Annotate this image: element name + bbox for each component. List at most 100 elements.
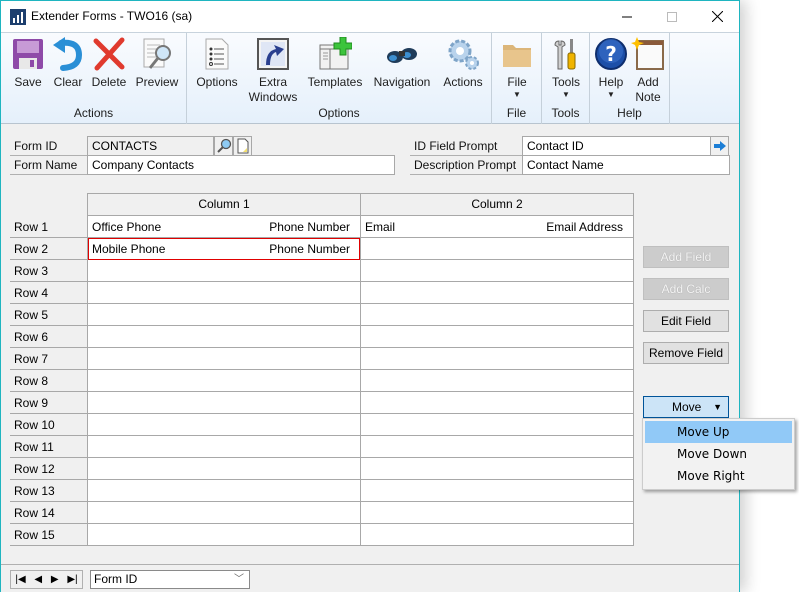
delete-x-icon [93, 37, 125, 71]
sort-by-select[interactable]: Form ID ﹀ [90, 570, 250, 589]
templates-plus-icon [319, 37, 352, 70]
row-label: Row 14 [10, 502, 88, 524]
dropdown-caret-icon: ▼ [607, 90, 615, 99]
grid-cell[interactable] [88, 414, 360, 436]
dropdown-caret-icon: ▼ [513, 90, 521, 99]
grid-cell[interactable] [361, 458, 633, 480]
grid-cell[interactable] [88, 458, 360, 480]
ribbon-group-label: Help [617, 106, 642, 120]
grid-cell[interactable] [361, 502, 633, 524]
row-label: Row 11 [10, 436, 88, 458]
menu-item-move-right[interactable]: Move Right [645, 465, 792, 487]
help-menu-button[interactable]: ? Help ▼ [594, 37, 628, 100]
grid-cell[interactable] [88, 502, 360, 524]
row-label: Row 8 [10, 370, 88, 392]
grid-cell[interactable] [361, 260, 633, 282]
options-button[interactable]: Options [193, 37, 241, 90]
grid-cell[interactable] [361, 238, 633, 260]
grid-cell[interactable] [361, 480, 633, 502]
grid-cell[interactable] [361, 282, 633, 304]
grid-cell[interactable] [361, 370, 633, 392]
grid-cell[interactable] [361, 326, 633, 348]
binoculars-icon [387, 48, 417, 63]
svg-text:?: ? [605, 42, 617, 66]
extra-windows-button[interactable]: Extra Windows [245, 37, 301, 105]
column-header-2[interactable]: Column 2 [360, 193, 634, 216]
grid-cell[interactable] [88, 524, 360, 546]
edit-field-button[interactable]: Edit Field [643, 310, 729, 332]
close-icon [711, 11, 723, 22]
actions-button[interactable]: Actions [439, 37, 487, 90]
grid-cell[interactable] [88, 282, 360, 304]
minimize-button[interactable] [604, 1, 650, 32]
extra-windows-arrow-icon [257, 38, 289, 70]
grid-cell[interactable] [88, 304, 360, 326]
form-id-new-button[interactable] [233, 136, 252, 156]
grid-cell[interactable] [361, 436, 633, 458]
clear-button[interactable]: Clear [49, 37, 87, 90]
file-menu-button[interactable]: File ▼ [498, 37, 536, 100]
navigation-button[interactable]: Navigation [371, 37, 433, 90]
new-document-icon [237, 138, 248, 154]
grid-cell[interactable]: Office Phone Phone Number [88, 216, 360, 238]
save-icon [13, 39, 43, 69]
close-button[interactable] [694, 1, 740, 32]
add-note-button[interactable]: Add Note [630, 37, 666, 105]
grid-cell[interactable] [88, 326, 360, 348]
next-record-button[interactable]: ▶ [51, 574, 59, 585]
grid-cell[interactable] [361, 414, 633, 436]
lookup-magnifier-icon [216, 138, 231, 153]
ribbon: Save Clear Delete Preview Actions Option… [1, 32, 739, 124]
id-field-expand-button[interactable] [710, 136, 729, 156]
row-label: Row 7 [10, 348, 88, 370]
grid-cell[interactable] [361, 392, 633, 414]
tools-menu-button[interactable]: Tools ▼ [546, 37, 586, 100]
title-bar: Extender Forms - TWO16 (sa) [1, 1, 739, 32]
maximize-button[interactable] [649, 1, 695, 32]
move-dropdown-button[interactable]: Move ▼ [643, 396, 729, 418]
form-name-input[interactable]: Company Contacts [87, 155, 395, 175]
menu-item-move-down[interactable]: Move Down [645, 443, 792, 465]
options-list-icon [205, 38, 229, 70]
grid-cell[interactable] [361, 524, 633, 546]
grid-cell[interactable] [88, 392, 360, 414]
row-label: Row 2 [10, 238, 88, 260]
field-name: Office Phone [92, 220, 162, 234]
ribbon-group-label: Options [318, 106, 360, 120]
grid-cell[interactable] [361, 304, 633, 326]
grid-cell[interactable] [361, 348, 633, 370]
help-question-icon: ? [595, 38, 627, 70]
grid-cell[interactable] [88, 348, 360, 370]
grid-cell[interactable] [88, 370, 360, 392]
add-field-button[interactable]: Add Field [643, 246, 729, 268]
add-note-icon [631, 37, 664, 70]
add-calc-button[interactable]: Add Calc [643, 278, 729, 300]
description-prompt-input[interactable]: Contact Name [522, 155, 730, 175]
grid-cell[interactable] [88, 436, 360, 458]
wrench-screwdriver-icon [554, 39, 576, 70]
grid-cell[interactable] [88, 480, 360, 502]
grid-cell[interactable]: Email Email Address [361, 216, 633, 238]
row-label: Row 5 [10, 304, 88, 326]
grid-cell[interactable]: Mobile Phone Phone Number [88, 238, 360, 260]
window-title: Extender Forms - TWO16 (sa) [31, 9, 193, 23]
templates-button[interactable]: Templates [305, 37, 365, 90]
preview-button[interactable]: Preview [133, 37, 181, 90]
previous-record-button[interactable]: ◀ [34, 574, 42, 585]
ribbon-group-tools: Tools ▼ Tools [542, 33, 590, 124]
menu-item-move-up[interactable]: Move Up [645, 421, 792, 443]
ribbon-group-label: File [506, 106, 527, 120]
delete-button[interactable]: Delete [89, 37, 129, 90]
id-field-prompt-input[interactable]: Contact ID [522, 136, 711, 156]
field-name: Email [365, 220, 396, 234]
column-header-1[interactable]: Column 1 [87, 193, 361, 216]
remove-field-button[interactable]: Remove Field [643, 342, 729, 364]
save-button[interactable]: Save [9, 37, 47, 90]
extender-forms-window: Extender Forms - TWO16 (sa) Save Clear D… [0, 0, 740, 592]
form-id-lookup-button[interactable] [214, 136, 233, 156]
ribbon-group-label: Tools [551, 106, 580, 120]
last-record-button[interactable]: ▶| [67, 574, 77, 585]
form-id-input[interactable]: CONTACTS [87, 136, 214, 156]
grid-cell[interactable] [88, 260, 360, 282]
first-record-button[interactable]: |◀ [15, 574, 25, 585]
